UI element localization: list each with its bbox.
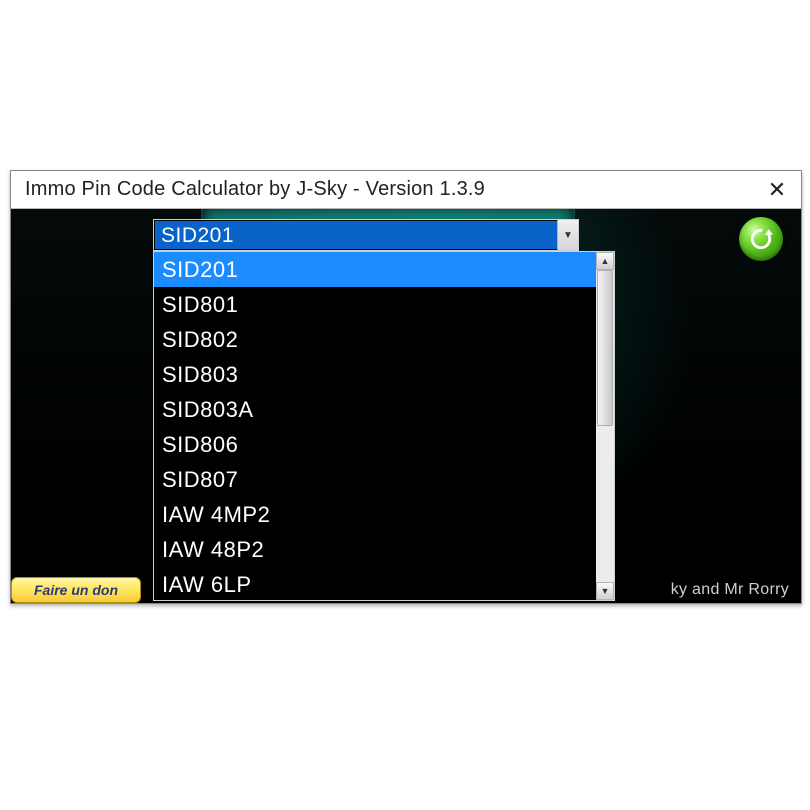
dropdown-option[interactable]: SID806 [154, 427, 596, 462]
dropdown-option[interactable]: SID801 [154, 287, 596, 322]
chevron-down-icon: ▼ [601, 586, 610, 596]
option-list: SID201SID801SID802SID803SID803ASID806SID… [154, 252, 596, 600]
dropdown-option[interactable]: SID201 [154, 252, 596, 287]
scrollbar-track[interactable] [596, 270, 614, 582]
titlebar: Immo Pin Code Calculator by J-Sky - Vers… [11, 171, 801, 209]
combobox-selected-value: SID201 [154, 220, 557, 250]
ecu-type-dropdown-list: SID201SID801SID802SID803SID803ASID806SID… [153, 251, 615, 601]
dropdown-option[interactable]: IAW 4MP2 [154, 497, 596, 532]
window-title: Immo Pin Code Calculator by J-Sky - Vers… [11, 178, 753, 201]
refresh-icon [748, 226, 774, 252]
donate-label: Faire un don [34, 582, 118, 598]
scrollbar-down-button[interactable]: ▼ [596, 582, 614, 600]
credits-text: ky and Mr Rorry [671, 581, 789, 599]
ecu-type-combobox[interactable]: SID201 ▼ [153, 219, 579, 251]
scrollbar-thumb[interactable] [597, 270, 613, 426]
chevron-down-icon: ▼ [563, 230, 573, 241]
dropdown-option[interactable]: IAW 6LP [154, 567, 596, 602]
dropdown-option[interactable]: SID807 [154, 462, 596, 497]
dropdown-option[interactable]: IAW 48P2 [154, 532, 596, 567]
scrollbar-up-button[interactable]: ▲ [596, 252, 614, 270]
app-window: Immo Pin Code Calculator by J-Sky - Vers… [10, 170, 802, 604]
close-icon: ✕ [768, 177, 786, 203]
dropdown-option[interactable]: SID802 [154, 322, 596, 357]
donate-button[interactable]: Faire un don [11, 577, 141, 603]
client-area: SID201 ▼ SID201SID801SID802SID803SID803A… [11, 209, 801, 603]
chevron-up-icon: ▲ [601, 256, 610, 266]
close-button[interactable]: ✕ [753, 171, 801, 208]
dropdown-option[interactable]: SID803 [154, 357, 596, 392]
refresh-button[interactable] [739, 217, 783, 261]
dropdown-scrollbar[interactable]: ▲ ▼ [596, 252, 614, 600]
dropdown-option[interactable]: SID803A [154, 392, 596, 427]
combobox-arrow[interactable]: ▼ [557, 220, 578, 250]
